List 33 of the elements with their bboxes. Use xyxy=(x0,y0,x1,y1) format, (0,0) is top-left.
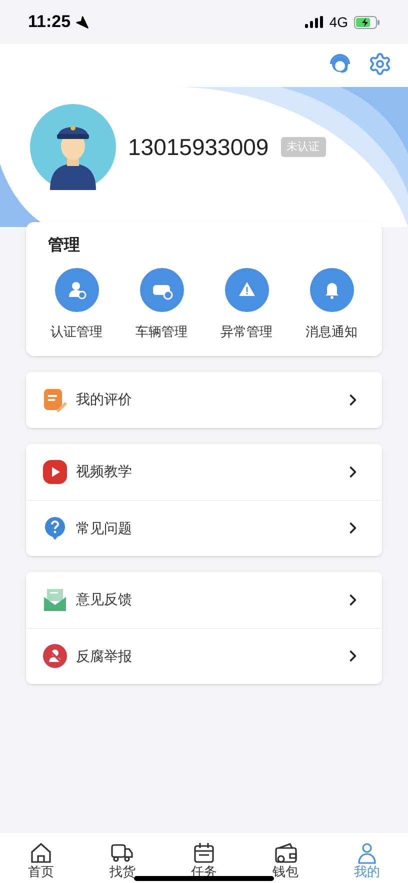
play-icon xyxy=(43,460,67,484)
menu-item[interactable]: 视频教学 xyxy=(26,444,382,500)
signal-icon xyxy=(305,16,324,28)
tab[interactable]: 钱包 xyxy=(244,841,326,878)
user-check-icon xyxy=(54,268,98,312)
battery-icon xyxy=(354,16,380,28)
management-item[interactable]: 认证管理 xyxy=(34,268,119,342)
status-time: 11:25 xyxy=(28,11,71,34)
tab[interactable]: 首页 xyxy=(0,841,82,878)
home-icon xyxy=(28,841,53,865)
question-icon xyxy=(43,516,67,540)
calendar-icon xyxy=(192,841,216,865)
bell-icon xyxy=(310,268,354,312)
location-icon xyxy=(74,15,89,29)
network-label: 4G xyxy=(329,12,348,32)
tab[interactable]: 找货 xyxy=(82,841,164,878)
truck-icon xyxy=(110,841,134,865)
phone-number: 13015933009 xyxy=(128,132,269,162)
menu-item[interactable]: 意见反馈 xyxy=(26,572,382,628)
section-title: 管理 xyxy=(48,236,81,256)
settings-icon[interactable] xyxy=(368,52,392,76)
management-item[interactable]: 车辆管理 xyxy=(119,268,204,342)
menu-item[interactable]: 常见问题 xyxy=(26,500,382,556)
management-item[interactable]: 异常管理 xyxy=(204,268,289,342)
menu-item[interactable]: 反腐举报 xyxy=(26,628,382,684)
envelope-icon xyxy=(43,588,67,612)
person-badge-icon xyxy=(43,644,67,668)
management-item[interactable]: 消息通知 xyxy=(289,268,374,342)
warning-icon xyxy=(224,268,268,312)
menu-item[interactable]: 我的评价 xyxy=(26,372,382,428)
note-pencil-icon xyxy=(43,388,67,412)
wallet-icon xyxy=(274,841,298,865)
car-icon xyxy=(140,268,184,312)
